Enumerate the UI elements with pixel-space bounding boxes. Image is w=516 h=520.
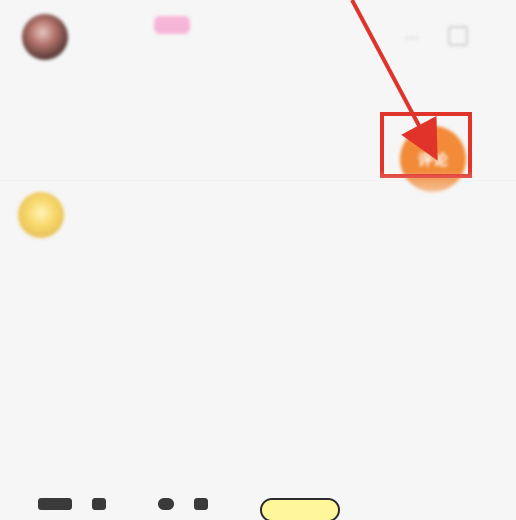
bottom-icon-1[interactable] <box>38 498 72 510</box>
bottom-action-bar <box>0 248 516 520</box>
bottom-icon-3[interactable] <box>158 498 174 510</box>
bottom-fade-overlay <box>326 170 516 260</box>
avatar[interactable] <box>22 14 68 60</box>
more-options-icon[interactable]: ⋯ <box>404 28 420 47</box>
user-badge <box>154 16 190 34</box>
bottom-icon-2[interactable] <box>92 498 106 510</box>
annotation-highlight-box <box>380 112 472 178</box>
avatar[interactable] <box>18 192 64 238</box>
action-icon[interactable] <box>448 26 468 46</box>
yellow-input-pill[interactable] <box>260 498 340 520</box>
bottom-icon-4[interactable] <box>194 498 208 510</box>
